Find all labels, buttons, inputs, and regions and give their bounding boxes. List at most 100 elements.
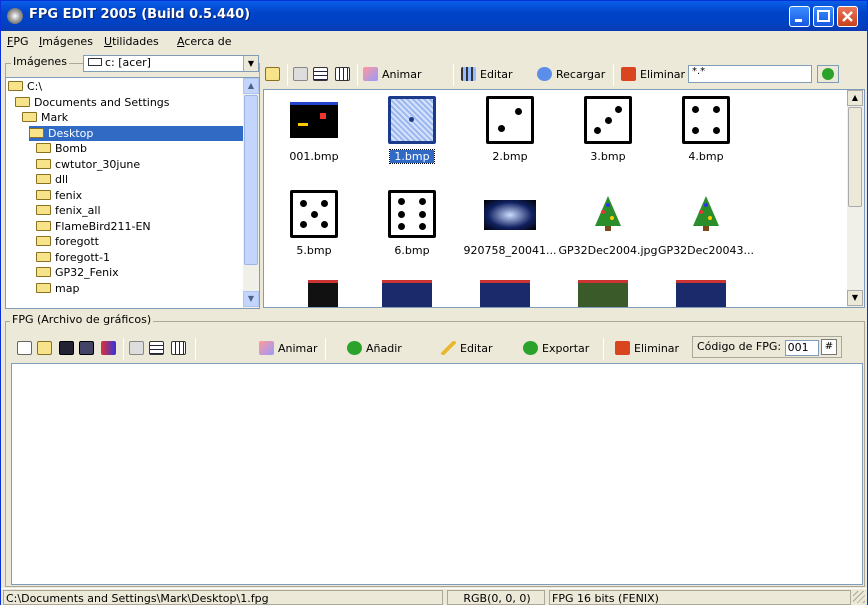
thumbnail-item[interactable]: 2.bmp: [466, 96, 554, 163]
tree-item[interactable]: foregott: [36, 234, 99, 249]
fpg-content-area[interactable]: [11, 363, 863, 585]
anadir-button[interactable]: Añadir: [347, 339, 402, 359]
recargar-button[interactable]: Recargar: [537, 65, 605, 85]
tree-item[interactable]: FlameBird211-EN: [36, 219, 151, 234]
delete-icon: [621, 67, 636, 81]
view-icons-icon[interactable]: [129, 339, 148, 359]
tree-item[interactable]: foregott-1: [36, 250, 110, 265]
tree-item[interactable]: dll: [36, 172, 68, 187]
thumbnail-image[interactable]: [578, 280, 628, 307]
save-as-icon[interactable]: [79, 339, 98, 359]
toolbar-separator: [325, 338, 326, 360]
convert-icon[interactable]: [101, 339, 120, 359]
tree-item[interactable]: fenix_all: [36, 203, 101, 218]
tree-item[interactable]: Documents and Settings: [15, 95, 170, 110]
thumbnail-item[interactable]: 1.bmp: [368, 96, 456, 164]
thumbnail-item[interactable]: GP32Dec20043...: [658, 190, 754, 257]
editar-button[interactable]: Editar: [461, 65, 513, 85]
tree-item[interactable]: GP32_Fenix: [36, 265, 119, 280]
thumbnail-label: 001.bmp: [289, 150, 339, 163]
tree-item[interactable]: map: [36, 281, 79, 296]
tree-scrollbar[interactable]: ▲ ▼: [243, 78, 259, 308]
save-icon[interactable]: [59, 339, 78, 359]
tree-item[interactable]: Desktop: [29, 125, 244, 141]
reload-icon: [537, 67, 552, 81]
tree-item[interactable]: Mark: [22, 110, 68, 125]
status-bar: C:\Documents and Settings\Mark\Desktop\1…: [1, 588, 867, 605]
scroll-thumb[interactable]: [848, 107, 862, 207]
open-folder-icon[interactable]: [37, 339, 56, 359]
scroll-up-icon[interactable]: ▲: [847, 90, 863, 106]
scroll-down-icon[interactable]: ▼: [847, 290, 863, 306]
view-list-icon[interactable]: [149, 339, 168, 359]
go-icon[interactable]: [817, 65, 839, 83]
fpg-animar-label: Animar: [278, 342, 318, 355]
tree-item-label: dll: [55, 173, 69, 186]
drive-value: c: [acer]: [105, 56, 151, 69]
scroll-down-icon[interactable]: ▼: [243, 291, 259, 307]
minimize-button[interactable]: [789, 6, 810, 27]
tree-item[interactable]: C:\: [8, 79, 42, 94]
thumbnail-item[interactable]: 5.bmp: [270, 190, 358, 257]
thumbnail-item[interactable]: GP32Dec2004.jpg: [559, 190, 657, 257]
scroll-up-icon[interactable]: ▲: [243, 78, 259, 94]
fpg-eliminar-button[interactable]: Eliminar: [615, 339, 679, 359]
folder-icon: [36, 282, 51, 293]
eliminar-button[interactable]: Eliminar: [621, 65, 685, 85]
thumbnail-item[interactable]: 4.bmp: [662, 96, 750, 163]
animar-button[interactable]: Animar: [363, 65, 422, 85]
exportar-button[interactable]: Exportar: [523, 339, 589, 359]
thumbnail-image: [290, 190, 338, 238]
thumbnail-item[interactable]: 920758_20041...: [464, 190, 556, 257]
images-legend: Imágenes: [11, 55, 69, 68]
folder-icon: [36, 267, 51, 277]
fpg-code-label: Código de FPG:: [697, 340, 782, 353]
filter-input[interactable]: *.*: [688, 65, 812, 83]
fpg-code-input[interactable]: 001: [784, 340, 819, 356]
tree-item-label: Documents and Settings: [34, 95, 170, 109]
thumbnail-image[interactable]: [382, 280, 432, 307]
folder-tree[interactable]: C:\ Documents and Settings Mark Desktop Bomb…: [5, 77, 260, 309]
folder-up-icon[interactable]: [265, 65, 284, 85]
close-button[interactable]: [837, 6, 858, 27]
thumbnail-image[interactable]: [676, 280, 726, 307]
tree-item[interactable]: fenix: [36, 188, 82, 203]
scroll-thumb[interactable]: [244, 95, 258, 265]
hash-icon[interactable]: #: [821, 339, 837, 355]
view-details-icon[interactable]: [171, 339, 190, 359]
view-list-icon[interactable]: [313, 65, 332, 85]
view-details-icon[interactable]: [335, 65, 354, 85]
toolbar-separator: [195, 338, 196, 360]
tree-item-label: foregott-1: [55, 250, 110, 264]
tree-item-label: fenix_all: [55, 204, 101, 217]
thumbnail-item[interactable]: 001.bmp: [270, 96, 358, 163]
title-bar[interactable]: FPG EDIT 2005 (Build 0.5.440): [1, 1, 867, 31]
thumbnail-item[interactable]: 6.bmp: [368, 190, 456, 257]
menu-fpg[interactable]: FPG: [7, 35, 29, 48]
thumbnail-image[interactable]: [480, 280, 530, 307]
thumbnail-label: 2.bmp: [492, 150, 528, 163]
drive-select[interactable]: c: [acer] ▼: [83, 55, 259, 72]
fpg-editar-button[interactable]: Editar: [441, 339, 493, 359]
tree-item[interactable]: Bomb: [36, 141, 87, 156]
tree-item-label: foregott: [55, 235, 99, 248]
thumbnail-image: [484, 200, 536, 230]
fpg-animar-button[interactable]: Animar: [259, 339, 318, 359]
edit-icon: [461, 67, 476, 81]
thumbnail-scrollbar[interactable]: ▲ ▼: [847, 90, 864, 307]
add-icon: [347, 341, 362, 355]
thumbnail-item[interactable]: 3.bmp: [564, 96, 652, 163]
tree-item[interactable]: cwtutor_30june: [36, 157, 140, 172]
menu-imagenes[interactable]: Imágenes: [39, 35, 93, 48]
view-icons-icon[interactable]: [293, 65, 312, 85]
thumbnail-image[interactable]: [308, 280, 338, 307]
menu-acerca-de[interactable]: Acerca de: [177, 35, 231, 48]
thumbnail-view[interactable]: 001.bmp 1.bmp 2.bmp 3.bmp 4.bmp 5.bmp 6.bmp 920…: [263, 89, 865, 308]
maximize-button[interactable]: [813, 6, 834, 27]
thumbnail-label: GP32Dec20043...: [658, 244, 754, 257]
exportar-label: Exportar: [542, 342, 590, 355]
new-file-icon[interactable]: [17, 339, 36, 359]
chevron-down-icon[interactable]: ▼: [243, 56, 258, 71]
menu-utilidades[interactable]: Utilidades: [104, 35, 159, 48]
resize-grip-icon[interactable]: [853, 591, 865, 603]
